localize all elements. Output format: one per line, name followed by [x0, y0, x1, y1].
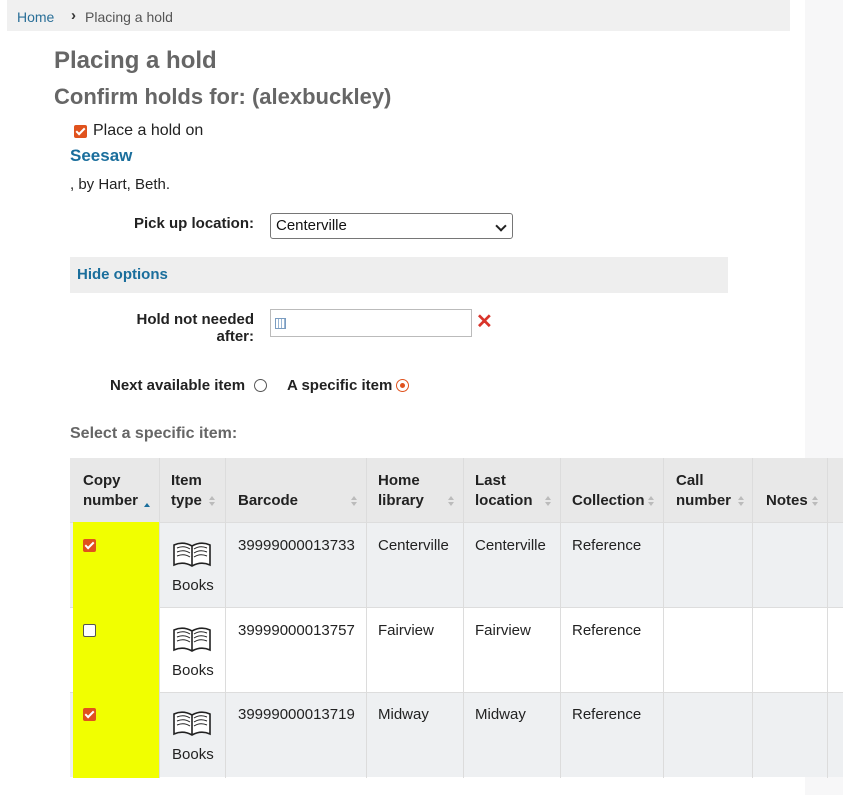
- header-copy-number-line2: number: [83, 492, 139, 509]
- header-copy-number[interactable]: Copy number: [83, 471, 138, 511]
- header-collection[interactable]: Collection: [572, 471, 645, 511]
- last-location-cell: Fairview: [475, 622, 531, 639]
- header-barcode-line2: Barcode: [238, 492, 299, 509]
- last-location-cell: Midway: [475, 706, 526, 723]
- header-last-location-line2: location: [475, 492, 533, 509]
- sort-icon[interactable]: [448, 496, 454, 506]
- column-divider: [827, 458, 828, 778]
- chevron-down-icon: [495, 220, 507, 232]
- header-item-type-line1: Item: [171, 472, 202, 489]
- pickup-location-value: Centerville: [276, 217, 347, 234]
- breadcrumb: Home › Placing a hold: [7, 0, 790, 31]
- confirm-holds-heading: Confirm holds for: (alexbuckley): [54, 84, 392, 109]
- barcode-cell: 39999000013733: [238, 537, 355, 554]
- header-notes-line2: Notes: [766, 492, 808, 509]
- column-divider: [159, 458, 160, 778]
- home-library-cell: Midway: [378, 706, 429, 723]
- pickup-location-label: Pick up location:: [133, 215, 254, 232]
- hold-not-needed-date-input[interactable]: [270, 309, 472, 337]
- clear-date-icon[interactable]: ✕: [476, 311, 493, 333]
- header-barcode[interactable]: Barcode: [238, 471, 298, 511]
- collection-cell: Reference: [572, 537, 642, 554]
- breadcrumb-current: Placing a hold: [85, 9, 173, 25]
- header-home-library[interactable]: Home library: [378, 471, 424, 511]
- item-checkbox[interactable]: [83, 539, 96, 552]
- header-call-number-line1: Call: [676, 472, 704, 489]
- next-available-label: Next available item: [110, 377, 246, 394]
- sort-ascending-icon[interactable]: [144, 503, 150, 513]
- header-home-library-line1: Home: [378, 472, 420, 489]
- select-specific-item-heading: Select a specific item:: [70, 425, 238, 442]
- barcode-cell: 39999000013719: [238, 706, 355, 723]
- sort-icon[interactable]: [812, 496, 818, 506]
- pickup-location-select[interactable]: Centerville: [270, 213, 513, 239]
- hide-options-link[interactable]: Hide options: [77, 266, 168, 283]
- specific-item-label: A specific item: [287, 377, 393, 394]
- hold-not-needed-label-line1: Hold not needed: [136, 311, 255, 328]
- column-divider: [225, 458, 226, 778]
- next-available-radio[interactable]: [254, 379, 267, 392]
- sort-icon[interactable]: [648, 496, 654, 506]
- header-copy-number-line1: Copy: [83, 472, 121, 489]
- page-title: Placing a hold: [54, 47, 217, 74]
- column-divider: [366, 458, 367, 778]
- book-icon: [173, 627, 211, 652]
- item-checkbox[interactable]: [83, 624, 96, 637]
- barcode-cell: 39999000013757: [238, 622, 355, 639]
- collection-cell: Reference: [572, 706, 642, 723]
- specific-item-radio[interactable]: [396, 379, 409, 392]
- book-icon: [173, 542, 211, 567]
- book-icon: [173, 711, 211, 736]
- hold-not-needed-label: Hold not needed after:: [110, 311, 255, 345]
- place-hold-checkbox[interactable]: [74, 125, 87, 138]
- item-checkbox[interactable]: [83, 708, 96, 721]
- column-divider: [663, 458, 664, 778]
- calendar-icon[interactable]: [275, 318, 286, 329]
- sort-icon[interactable]: [351, 496, 357, 506]
- header-notes[interactable]: Notes: [766, 471, 808, 511]
- place-hold-label: Place a hold on: [93, 122, 204, 139]
- header-last-location-line1: Last: [475, 472, 506, 489]
- header-item-type[interactable]: Item type: [171, 471, 202, 511]
- column-divider: [463, 458, 464, 778]
- home-library-cell: Centerville: [378, 537, 449, 554]
- collection-cell: Reference: [572, 622, 642, 639]
- sort-icon[interactable]: [738, 496, 744, 506]
- column-divider: [560, 458, 561, 778]
- header-item-type-line2: type: [171, 492, 202, 509]
- items-table: Copy number Item type Barcode Home library …: [70, 458, 843, 778]
- header-collection-line2: Collection: [572, 492, 645, 509]
- copy-number-highlight: [73, 522, 159, 778]
- breadcrumb-separator-icon: ›: [71, 7, 76, 24]
- header-call-number[interactable]: Call number: [676, 471, 731, 511]
- book-title-link[interactable]: Seesaw: [70, 146, 132, 166]
- item-type-label: Books: [172, 746, 214, 763]
- header-call-number-line2: number: [676, 492, 732, 509]
- sort-icon[interactable]: [209, 496, 215, 506]
- author-line: , by Hart, Beth.: [70, 176, 171, 193]
- column-divider: [752, 458, 753, 778]
- item-type-label: Books: [172, 577, 214, 594]
- header-last-location[interactable]: Last location: [475, 471, 533, 511]
- hold-not-needed-label-line2: after:: [216, 328, 254, 345]
- breadcrumb-home-link[interactable]: Home: [17, 0, 54, 34]
- header-home-library-line2: library: [378, 492, 424, 509]
- last-location-cell: Centerville: [475, 537, 546, 554]
- item-type-label: Books: [172, 662, 214, 679]
- home-library-cell: Fairview: [378, 622, 434, 639]
- sort-icon[interactable]: [545, 496, 551, 506]
- options-bar: Hide options: [70, 257, 728, 293]
